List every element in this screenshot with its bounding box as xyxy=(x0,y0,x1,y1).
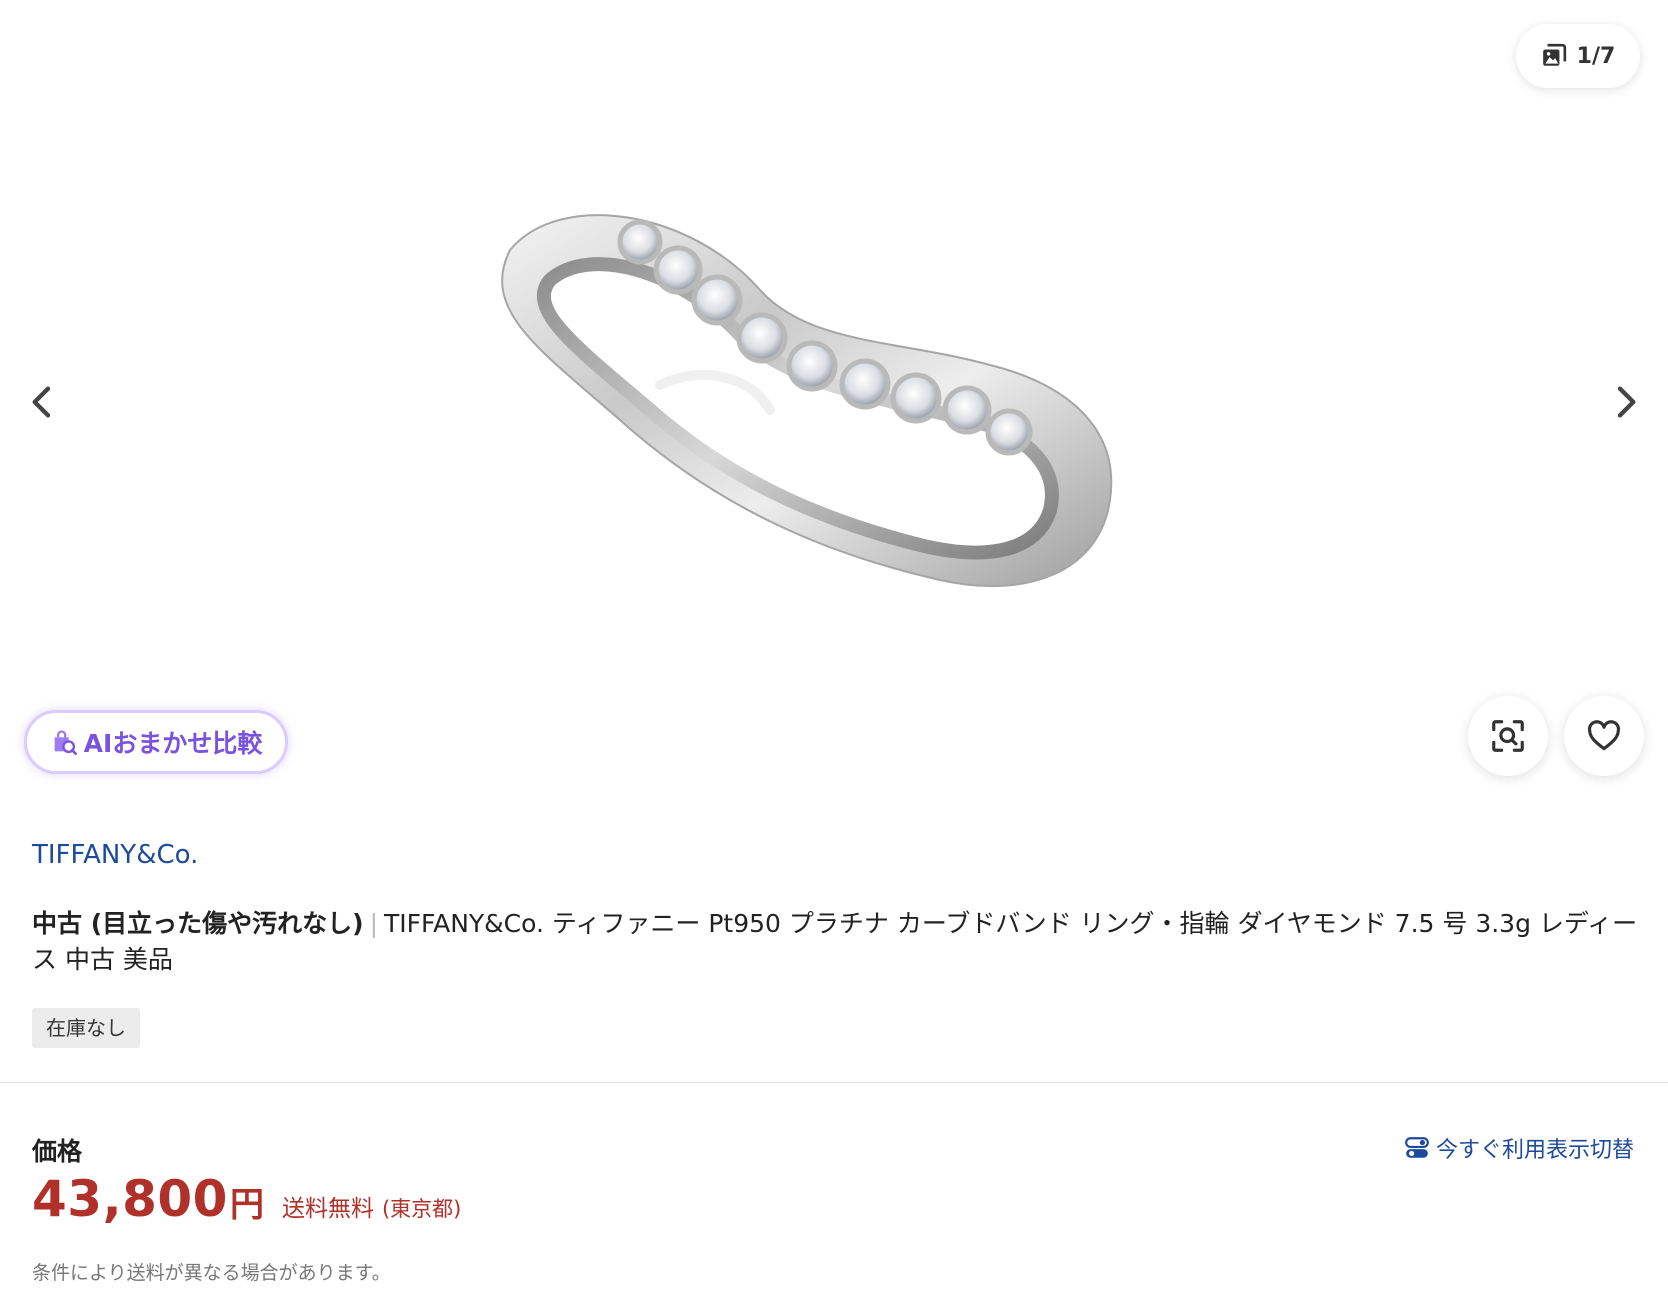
product-image[interactable] xyxy=(470,170,1210,640)
image-counter-text: 1/7 xyxy=(1576,43,1616,69)
ai-compare-button[interactable]: AIおまかせ比較 xyxy=(24,710,288,774)
price-row: 43,800 円 送料無料 (東京都) xyxy=(32,1170,461,1228)
ai-compare-label: AIおまかせ比較 xyxy=(83,729,263,758)
section-divider xyxy=(0,1082,1668,1083)
chevron-right-icon xyxy=(1617,386,1636,418)
chevron-left-icon xyxy=(32,386,51,418)
shipping-location: (東京都) xyxy=(381,1197,462,1221)
price-amount: 43,800 xyxy=(32,1170,228,1228)
image-search-button[interactable] xyxy=(1468,696,1548,776)
product-title: 中古 (目立った傷や汚れなし) | TIFFANY&Co. ティファニー Pt950… xyxy=(32,906,1642,978)
image-stack-icon xyxy=(1541,43,1567,69)
image-search-icon xyxy=(1492,720,1524,752)
image-counter[interactable]: 1/7 xyxy=(1516,24,1640,88)
shipping-note: 条件により送料が異なる場合があります。 xyxy=(32,1262,391,1284)
title-separator: | xyxy=(369,909,378,938)
image-gallery[interactable]: 1/7 AIおまかせ比較 xyxy=(0,0,1668,790)
stock-status-badge: 在庫なし xyxy=(32,1008,140,1048)
favorite-button[interactable] xyxy=(1564,696,1644,776)
toggle-switch-icon xyxy=(1404,1135,1430,1161)
brand-link[interactable]: TIFFANY&Co. xyxy=(32,840,198,870)
next-image-button[interactable] xyxy=(1600,372,1650,432)
ai-bag-search-icon xyxy=(50,728,78,756)
previous-image-button[interactable] xyxy=(18,372,68,432)
shipping-label: 送料無料 xyxy=(281,1196,374,1222)
display-toggle-link[interactable]: 今すぐ利用表示切替 xyxy=(1404,1132,1634,1164)
product-page: 1/7 AIおまかせ比較 TIFFANY&Co. 中古 (目立った傷や汚れなし)… xyxy=(0,0,1668,1305)
price-label: 価格 xyxy=(32,1137,83,1166)
price-currency: 円 xyxy=(229,1185,264,1225)
heart-icon xyxy=(1587,720,1621,751)
display-toggle-label: 今すぐ利用表示切替 xyxy=(1435,1138,1634,1163)
condition-label: 中古 (目立った傷や汚れなし) xyxy=(32,909,364,938)
